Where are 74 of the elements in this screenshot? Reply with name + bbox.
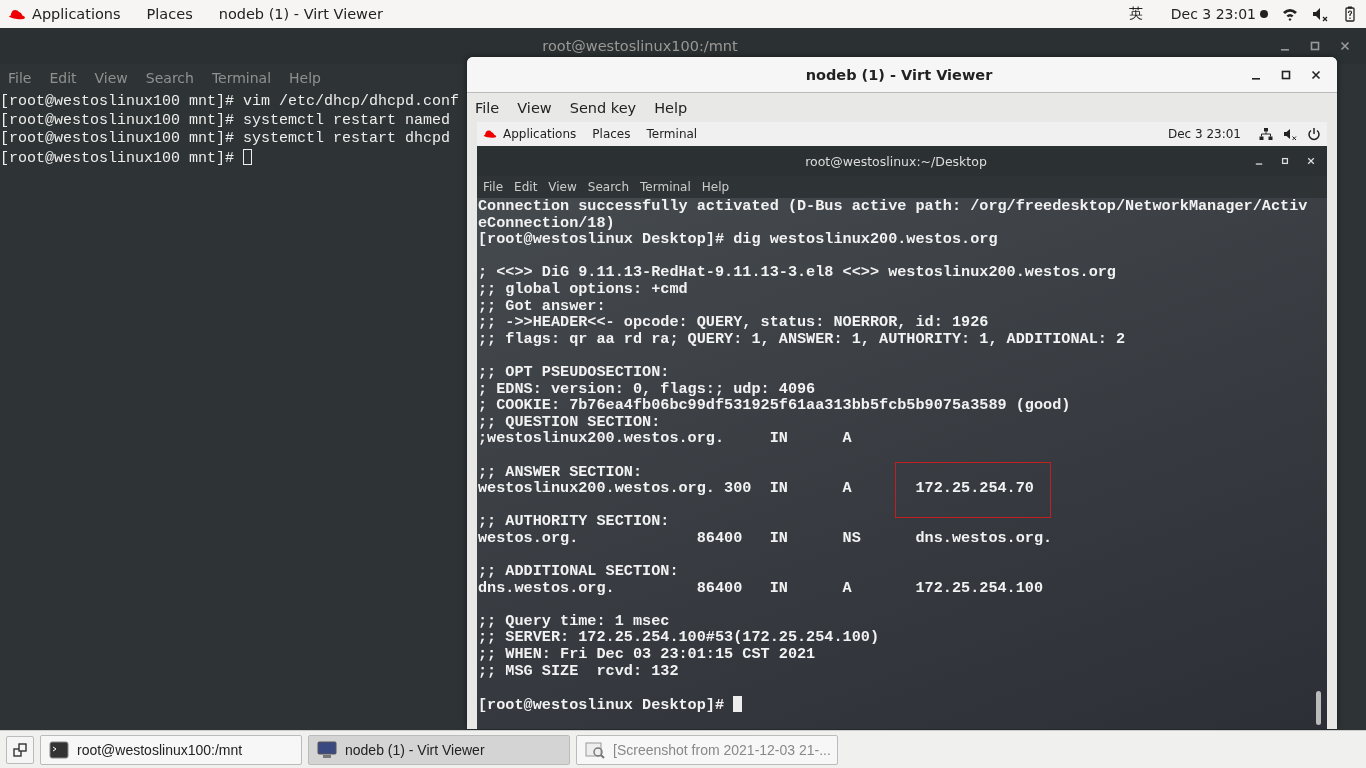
taskbar-button[interactable]: root@westoslinux100:/mnt — [40, 734, 302, 765]
network-icon[interactable] — [1259, 127, 1273, 141]
top-bar-menu[interactable]: Applications — [503, 127, 577, 141]
clock[interactable]: Dec 3 23:01 — [1170, 6, 1256, 22]
window-title: root@westoslinux100:/mnt — [541, 38, 739, 54]
menu-item[interactable]: Terminal — [211, 70, 272, 86]
windows-icon — [13, 742, 27, 757]
menu-item[interactable]: File — [483, 180, 504, 194]
terminal-line: ;; MSG SIZE rcvd: 132 — [478, 661, 679, 680]
volume-muted-icon[interactable] — [1312, 6, 1328, 22]
terminal-line: ;; SERVER: 172.25.254.100#53(172.25.254.100) — [478, 628, 879, 647]
terminal-line: [root@westoslinux100 mnt]# systemctl restart named — [0, 111, 451, 129]
terminal-line: [root@westoslinux100 mnt]# systemctl restart dhcpd — [0, 130, 451, 147]
menu-item[interactable]: Terminal — [640, 180, 691, 194]
maximize-icon[interactable] — [1281, 69, 1291, 80]
menu-item[interactable]: View — [94, 70, 128, 86]
power-icon[interactable] — [1307, 127, 1321, 141]
terminal-line: ; COOKIE: 7b76ea4fb06bc99df531925f61aa313bb5fcb5b9075a3589 (good) — [478, 396, 1071, 415]
terminal-line: ;; Got answer: — [478, 296, 606, 315]
top-bar-menu[interactable]: nodeb (1) - Virt Viewer — [218, 6, 383, 22]
hat-logo-icon — [483, 129, 497, 139]
terminal-line: ;; ANSWER SECTION: — [478, 462, 643, 481]
volume-muted-icon[interactable] — [1283, 127, 1297, 141]
menu-item[interactable]: File — [8, 70, 32, 86]
terminal-line: westos.org. 86400 IN NS dns.westos.org. — [478, 528, 1053, 547]
menu-item[interactable]: Help — [289, 70, 321, 86]
terminal-line: Connection successfully activated (D-Bus active path: /org/freedesktop/NetworkManager/Activ — [478, 197, 1308, 215]
battery-icon[interactable] — [1342, 6, 1358, 22]
taskbar-button[interactable]: nodeb (1) - Virt Viewer — [308, 734, 570, 765]
menu-item[interactable]: Search — [587, 180, 630, 194]
menu-item[interactable]: Help — [654, 99, 688, 116]
terminal-line: westoslinux200.westos.org. 300 IN A 172.25.254.70 — [478, 479, 1034, 498]
menu-item[interactable]: View — [548, 180, 577, 194]
terminal-line: ;westoslinux200.westos.org. IN A — [478, 429, 852, 448]
terminal-line: eConnection/18) — [478, 213, 615, 232]
terminal-line: ; EDNS: version: 0, flags:; udp: 4096 — [478, 379, 816, 398]
menu-item[interactable]: Edit — [514, 180, 538, 194]
menu-item[interactable]: Help — [701, 180, 730, 194]
terminal-line: ;; ->>HEADER<<- opcode: QUERY, status: NOERROR, id: 1926 — [478, 313, 989, 332]
terminal-line: ;; AUTHORITY SECTION: — [478, 512, 670, 531]
terminal-line: dns.westos.org. 86400 IN A 172.25.254.100 — [478, 578, 1044, 597]
monitor-icon — [317, 740, 337, 759]
top-bar-menu[interactable]: Places — [146, 6, 193, 22]
terminal-line: [root@westoslinux100 mnt]# — [0, 149, 236, 167]
menu-item[interactable]: Edit — [49, 70, 77, 86]
terminal-line: [root@westoslinux100 mnt]# vim /etc/dhcp/dhcpd.conf — [0, 93, 460, 110]
terminal-line: ;; WHEN: Fri Dec 03 23:01:15 CST 2021 — [478, 645, 816, 664]
terminal-line: ;; global options: +cmd — [478, 279, 688, 298]
menu-item[interactable]: Send key — [569, 99, 637, 116]
terminal-line: ;; OPT PSEUDOSECTION: — [478, 362, 670, 381]
menu-item[interactable]: File — [475, 99, 500, 116]
scrollbar-thumb[interactable] — [1316, 691, 1321, 725]
clock[interactable]: Dec 3 23:01 — [1167, 127, 1241, 141]
window-title: root@westoslinux:~/Desktop — [804, 153, 988, 169]
terminal-line: ; <<>> DiG 9.11.13-RedHat-9.11.13-3.el8 <<>> westoslinux200.westos.org — [478, 263, 1116, 282]
image-viewer-icon — [585, 740, 605, 759]
terminal-line: [root@westoslinux Desktop]# — [478, 695, 726, 714]
terminal-icon — [49, 740, 69, 759]
menu-item[interactable]: Search — [145, 70, 194, 86]
menu-item[interactable]: View — [517, 99, 552, 116]
show-desktop-button[interactable] — [6, 735, 34, 764]
terminal-line: ;; Query time: 1 msec — [478, 611, 670, 630]
terminal-line: ;; QUESTION SECTION: — [478, 412, 661, 431]
close-icon[interactable] — [1311, 69, 1321, 80]
top-bar-menu[interactable]: Applications — [32, 6, 121, 22]
input-method-indicator[interactable]: 英 — [1128, 5, 1143, 23]
window-title: nodeb (1) - Virt Viewer — [804, 66, 994, 83]
top-bar-menu[interactable]: Terminal — [646, 127, 698, 141]
terminal-line: ;; ADDITIONAL SECTION: — [478, 562, 679, 581]
wifi-icon[interactable] — [1282, 6, 1298, 22]
terminal-line: ;; flags: qr aa rd ra; QUERY: 1, ANSWER: 1, AUTHORITY: 1, ADDITIONAL: 2 — [478, 329, 1126, 348]
top-bar-menu[interactable]: Places — [592, 127, 631, 141]
hat-logo-icon — [8, 7, 26, 21]
terminal-line: [root@westoslinux Desktop]# dig westoslinux200.westos.org — [478, 230, 998, 249]
